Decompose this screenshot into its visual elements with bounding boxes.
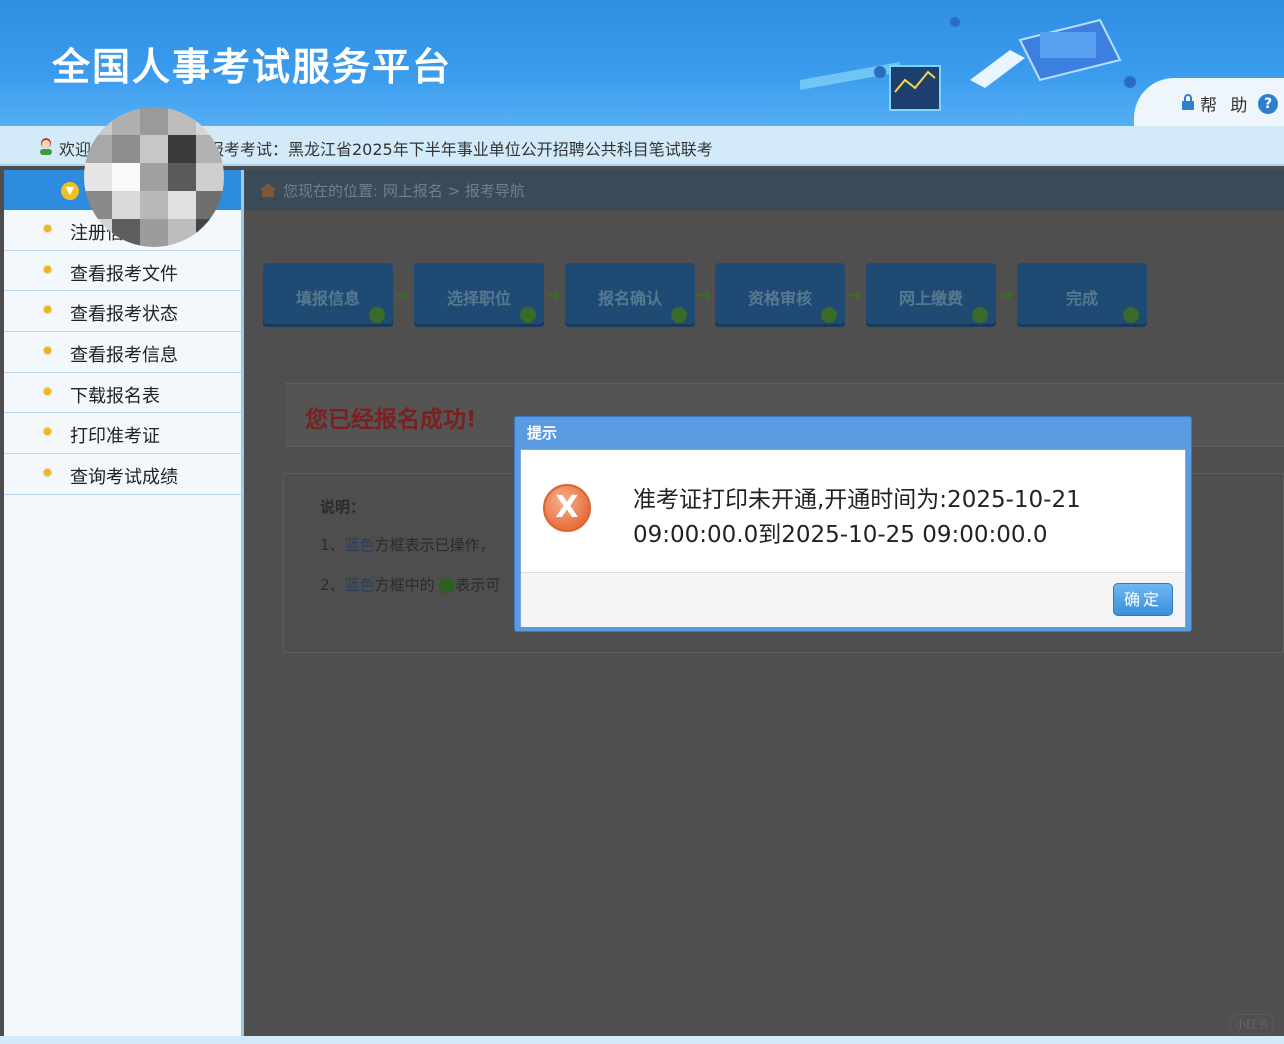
question-icon[interactable]: ? (1258, 94, 1278, 114)
alert-dialog: 提示 X 准考证打印未开通,开通时间为:2025-10-21 09:00:00.… (514, 416, 1192, 632)
help-tab[interactable]: 帮 助 ? (1134, 78, 1284, 126)
ok-button[interactable]: 确定 (1113, 583, 1173, 616)
step-label: 填报信息 (295, 289, 360, 308)
error-icon: X (543, 484, 591, 532)
sidebar-item-print-admission[interactable]: 打印准考证 (4, 413, 241, 455)
step-select-position[interactable]: 选择职位 (414, 263, 544, 327)
bottom-strip (0, 1036, 1284, 1044)
sidebar-item-label[interactable]: 查看报考信息 (70, 341, 178, 367)
check-icon (972, 307, 988, 323)
step-label: 选择职位 (446, 289, 511, 308)
header-banner: 全国人事考试服务平台 帮 助 ? (0, 0, 1284, 126)
breadcrumb-text: 您现在的位置: 网上报名 > 报考导航 (283, 182, 525, 200)
dialog-message-line-2: 09:00:00.0到2025-10-25 09:00:00.0 (633, 522, 1048, 548)
breadcrumb: 您现在的位置: 网上报名 > 报考导航 (245, 170, 1284, 210)
step-label: 网上缴费 (898, 289, 963, 308)
sidebar-item-label[interactable]: 打印准考证 (70, 422, 160, 448)
banner-illustration (800, 17, 1136, 111)
bullet-icon (44, 387, 51, 395)
sidebar-item-label[interactable]: 查看报考文件 (70, 260, 178, 286)
dialog-message-line-1: 准考证打印未开通,开通时间为:2025-10-21 (633, 487, 1081, 513)
home-icon (260, 183, 276, 197)
step-payment[interactable]: 网上缴费 (866, 263, 996, 327)
arrow-right-icon: ➜ (546, 285, 562, 306)
sidebar-item-view-info[interactable]: 查看报考信息 (4, 332, 241, 373)
dialog-title: 提示 (527, 424, 558, 442)
check-icon (520, 307, 536, 323)
step-label: 完成 (1065, 289, 1098, 308)
arrow-right-icon: ➜ (395, 285, 411, 306)
check-icon (1123, 307, 1139, 323)
bullet-icon (44, 428, 51, 436)
notes-line-1: 1、蓝色方框表示已操作， (320, 536, 495, 554)
arrow-right-icon: ➜ (697, 285, 713, 306)
bullet-icon (44, 469, 51, 477)
sidebar-item-download-form[interactable]: 下载报名表 (4, 372, 241, 414)
notes-line-2: 2、蓝色方框中的 表示可 (320, 576, 501, 594)
site-title: 全国人事考试服务平台 (52, 45, 453, 89)
sidebar-item-label[interactable]: 下载报名表 (70, 382, 160, 408)
sidebar: ▼ 注册信 查看报考文件 查看报考状态 查看报考信息 下载报名表 打印准考证 查… (4, 170, 244, 1036)
dialog-footer: 确定 (521, 572, 1185, 627)
arrow-right-icon: ➜ (847, 285, 863, 306)
dialog-body: X 准考证打印未开通,开通时间为:2025-10-21 09:00:00.0到2… (520, 449, 1186, 627)
step-confirm[interactable]: 报名确认 (565, 263, 695, 327)
bullet-icon (44, 306, 51, 314)
bullet-icon (44, 225, 51, 232)
help-label[interactable]: 帮 助 (1200, 91, 1251, 116)
success-message: 您已经报名成功! (305, 407, 477, 433)
check-icon (369, 307, 385, 323)
step-complete[interactable]: 完成 (1017, 263, 1147, 327)
check-icon (439, 577, 456, 594)
exam-name: 报考考试：黑龙江省2025年下半年事业单位公开招聘公共科目笔试联考 (208, 140, 713, 159)
sidebar-item-view-files[interactable]: 查看报考文件 (4, 250, 241, 292)
step-fill-info[interactable]: 填报信息 (263, 263, 393, 327)
step-label: 报名确认 (597, 289, 662, 308)
sidebar-item-view-status[interactable]: 查看报考状态 (4, 291, 241, 333)
step-label: 资格审核 (747, 289, 812, 308)
step-review[interactable]: 资格审核 (715, 263, 845, 327)
sidebar-item-query-score[interactable]: 查询考试成绩 (4, 454, 241, 495)
sidebar-item-label[interactable]: 查看报考状态 (70, 300, 178, 326)
sidebar-item-label[interactable]: 查询考试成绩 (70, 463, 178, 489)
check-icon (671, 307, 687, 323)
avatar (84, 107, 224, 247)
user-icon (40, 138, 52, 155)
watermark: 小红书 (1229, 1014, 1274, 1034)
notes-title: 说明： (320, 498, 366, 516)
chevron-down-icon[interactable]: ▼ (61, 182, 79, 200)
check-icon (821, 307, 837, 323)
lock-icon (1182, 94, 1194, 110)
bullet-icon (44, 265, 51, 273)
bullet-icon (44, 347, 51, 355)
arrow-right-icon: ➜ (998, 285, 1014, 306)
